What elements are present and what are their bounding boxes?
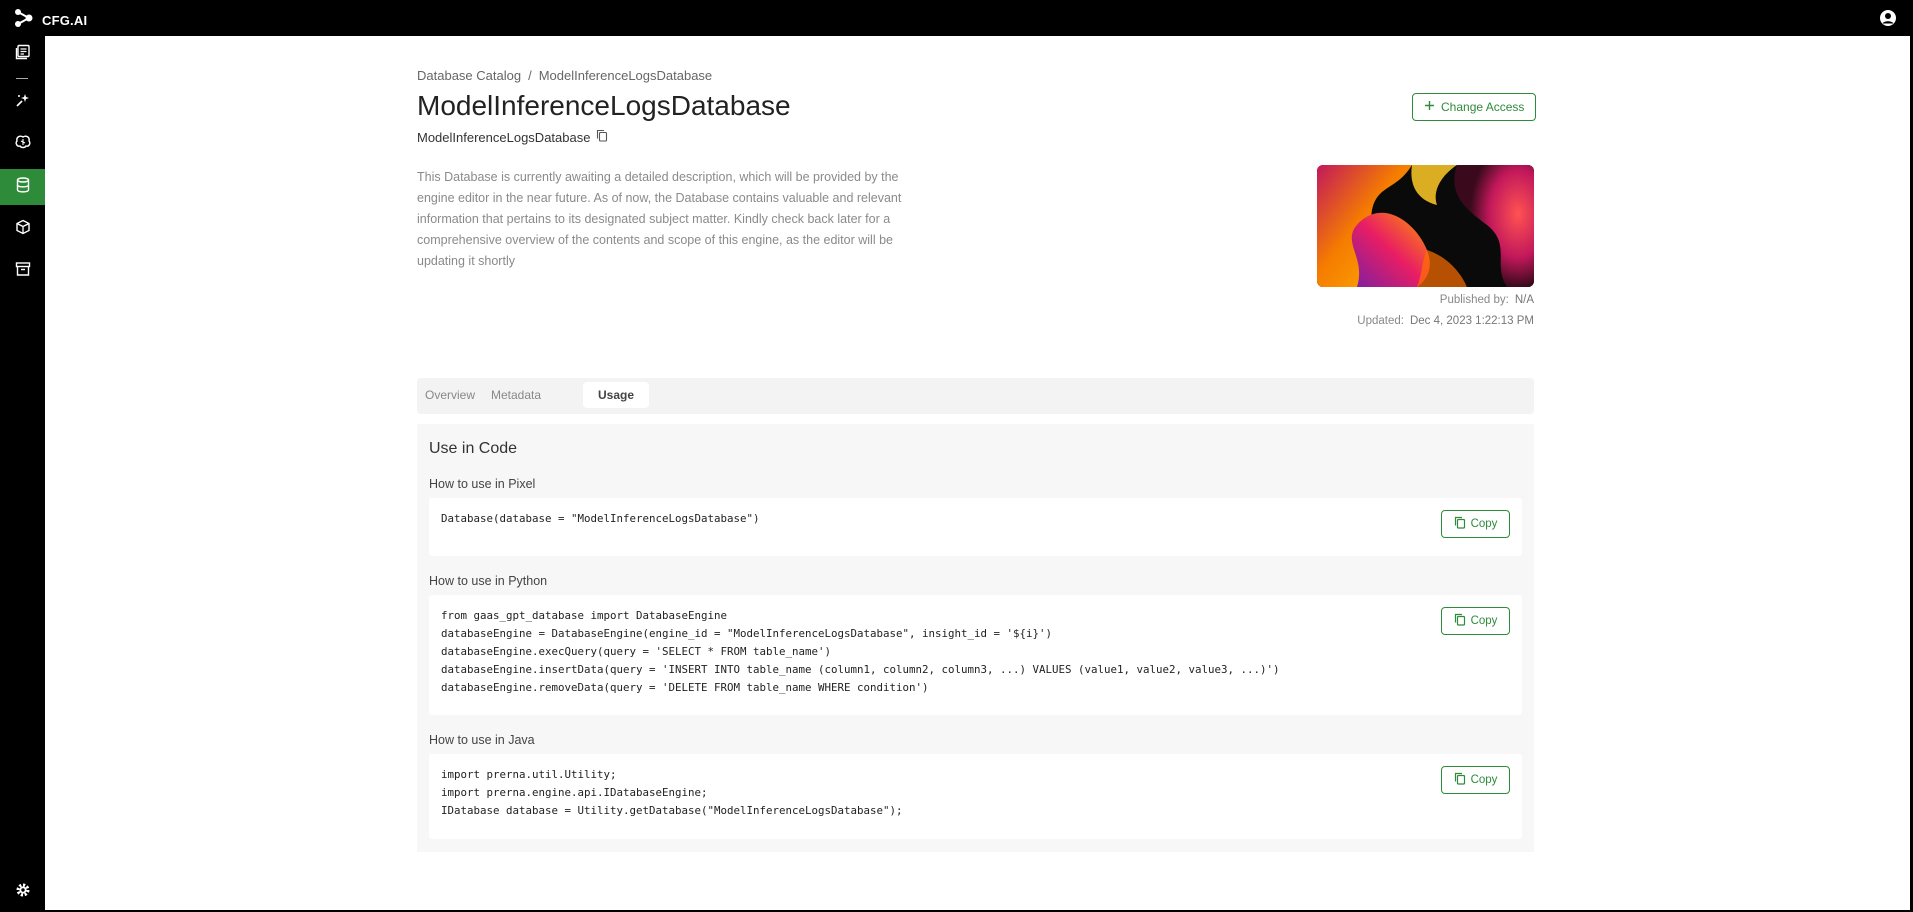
copy-label: Copy xyxy=(1470,518,1498,530)
published-by-value: N/A xyxy=(1514,294,1534,306)
cube-icon xyxy=(15,219,31,240)
java-label: How to use in Java xyxy=(429,733,535,747)
tab-overview[interactable]: Overview xyxy=(421,382,479,408)
database-id: ModelInferenceLogsDatabase xyxy=(417,129,591,145)
copy-label: Copy xyxy=(1470,774,1498,786)
pixel-code: Database(database = "ModelInferenceLogsD… xyxy=(441,512,760,525)
main-content: Database Catalog / ModelInferenceLogsDat… xyxy=(45,36,1910,910)
change-access-button[interactable]: Change Access xyxy=(1412,93,1537,121)
database-icon xyxy=(16,176,30,198)
copy-id-icon[interactable] xyxy=(596,129,608,145)
library-icon xyxy=(15,44,31,65)
copy-icon xyxy=(1454,613,1466,629)
sidebar-item-models[interactable] xyxy=(0,84,45,120)
copy-icon xyxy=(1454,772,1466,788)
page-title: ModelInferenceLogsDatabase xyxy=(417,90,791,121)
user-account-icon[interactable] xyxy=(1879,9,1897,27)
python-code-block: from gaas_gpt_database import DatabaseEn… xyxy=(429,595,1522,715)
tab-bar: Overview Metadata Usage xyxy=(417,378,1534,414)
app-name: CFG.AI xyxy=(42,13,88,28)
top-bar: CFG.AI xyxy=(0,0,1913,36)
brain-icon xyxy=(15,134,31,155)
java-code-block: import prerna.util.Utility; import prern… xyxy=(429,754,1522,839)
logo-icon xyxy=(14,8,34,33)
usage-panel: Use in Code How to use in Pixel Database… xyxy=(417,424,1534,852)
sparkle-icon xyxy=(15,92,31,113)
database-cover-image xyxy=(1317,165,1534,287)
sidebar xyxy=(0,36,45,912)
copy-java-button[interactable]: Copy xyxy=(1441,766,1510,794)
updated-label: Updated: xyxy=(1357,315,1404,327)
python-code: from gaas_gpt_database import DatabaseEn… xyxy=(441,609,1280,694)
database-description: This Database is currently awaiting a de… xyxy=(417,170,902,268)
usage-title: Use in Code xyxy=(429,440,518,457)
python-label: How to use in Python xyxy=(429,574,548,588)
app-window: CFG.AI Database Catalog / ModelInference… xyxy=(0,0,1913,912)
published-by: Published by: N/A xyxy=(1440,294,1534,306)
copy-pixel-button[interactable]: Copy xyxy=(1441,510,1510,538)
sidebar-divider xyxy=(16,78,28,79)
sidebar-item-settings[interactable] xyxy=(0,874,45,910)
database-id-row: ModelInferenceLogsDatabase xyxy=(417,129,608,145)
breadcrumb-root[interactable]: Database Catalog xyxy=(417,68,521,83)
sidebar-item-databases[interactable] xyxy=(0,169,45,205)
sidebar-item-archive[interactable] xyxy=(0,253,45,289)
copy-icon xyxy=(1454,516,1466,532)
copy-label: Copy xyxy=(1470,615,1498,627)
published-by-label: Published by: xyxy=(1439,294,1509,306)
breadcrumb: Database Catalog / ModelInferenceLogsDat… xyxy=(417,68,712,83)
copy-python-button[interactable]: Copy xyxy=(1441,607,1510,635)
breadcrumb-current: ModelInferenceLogsDatabase xyxy=(538,68,713,83)
brand[interactable]: CFG.AI xyxy=(14,8,87,33)
gear-icon xyxy=(15,882,31,903)
updated-at: Updated: Dec 4, 2023 1:22:13 PM xyxy=(1357,315,1534,327)
breadcrumb-separator: / xyxy=(528,68,532,83)
tab-usage[interactable]: Usage xyxy=(583,382,649,408)
tab-metadata[interactable]: Metadata xyxy=(483,382,549,408)
pixel-code-block: Database(database = "ModelInferenceLogsD… xyxy=(429,498,1522,556)
pixel-label: How to use in Pixel xyxy=(429,477,536,491)
archive-icon xyxy=(15,261,31,282)
plus-icon xyxy=(1424,100,1435,114)
change-access-label: Change Access xyxy=(1441,100,1525,114)
java-code: import prerna.util.Utility; import prern… xyxy=(441,768,903,817)
sidebar-item-storage[interactable] xyxy=(0,211,45,247)
sidebar-item-catalog[interactable] xyxy=(0,36,45,72)
sidebar-item-prompts[interactable] xyxy=(0,126,45,162)
updated-value: Dec 4, 2023 1:22:13 PM xyxy=(1409,315,1534,327)
